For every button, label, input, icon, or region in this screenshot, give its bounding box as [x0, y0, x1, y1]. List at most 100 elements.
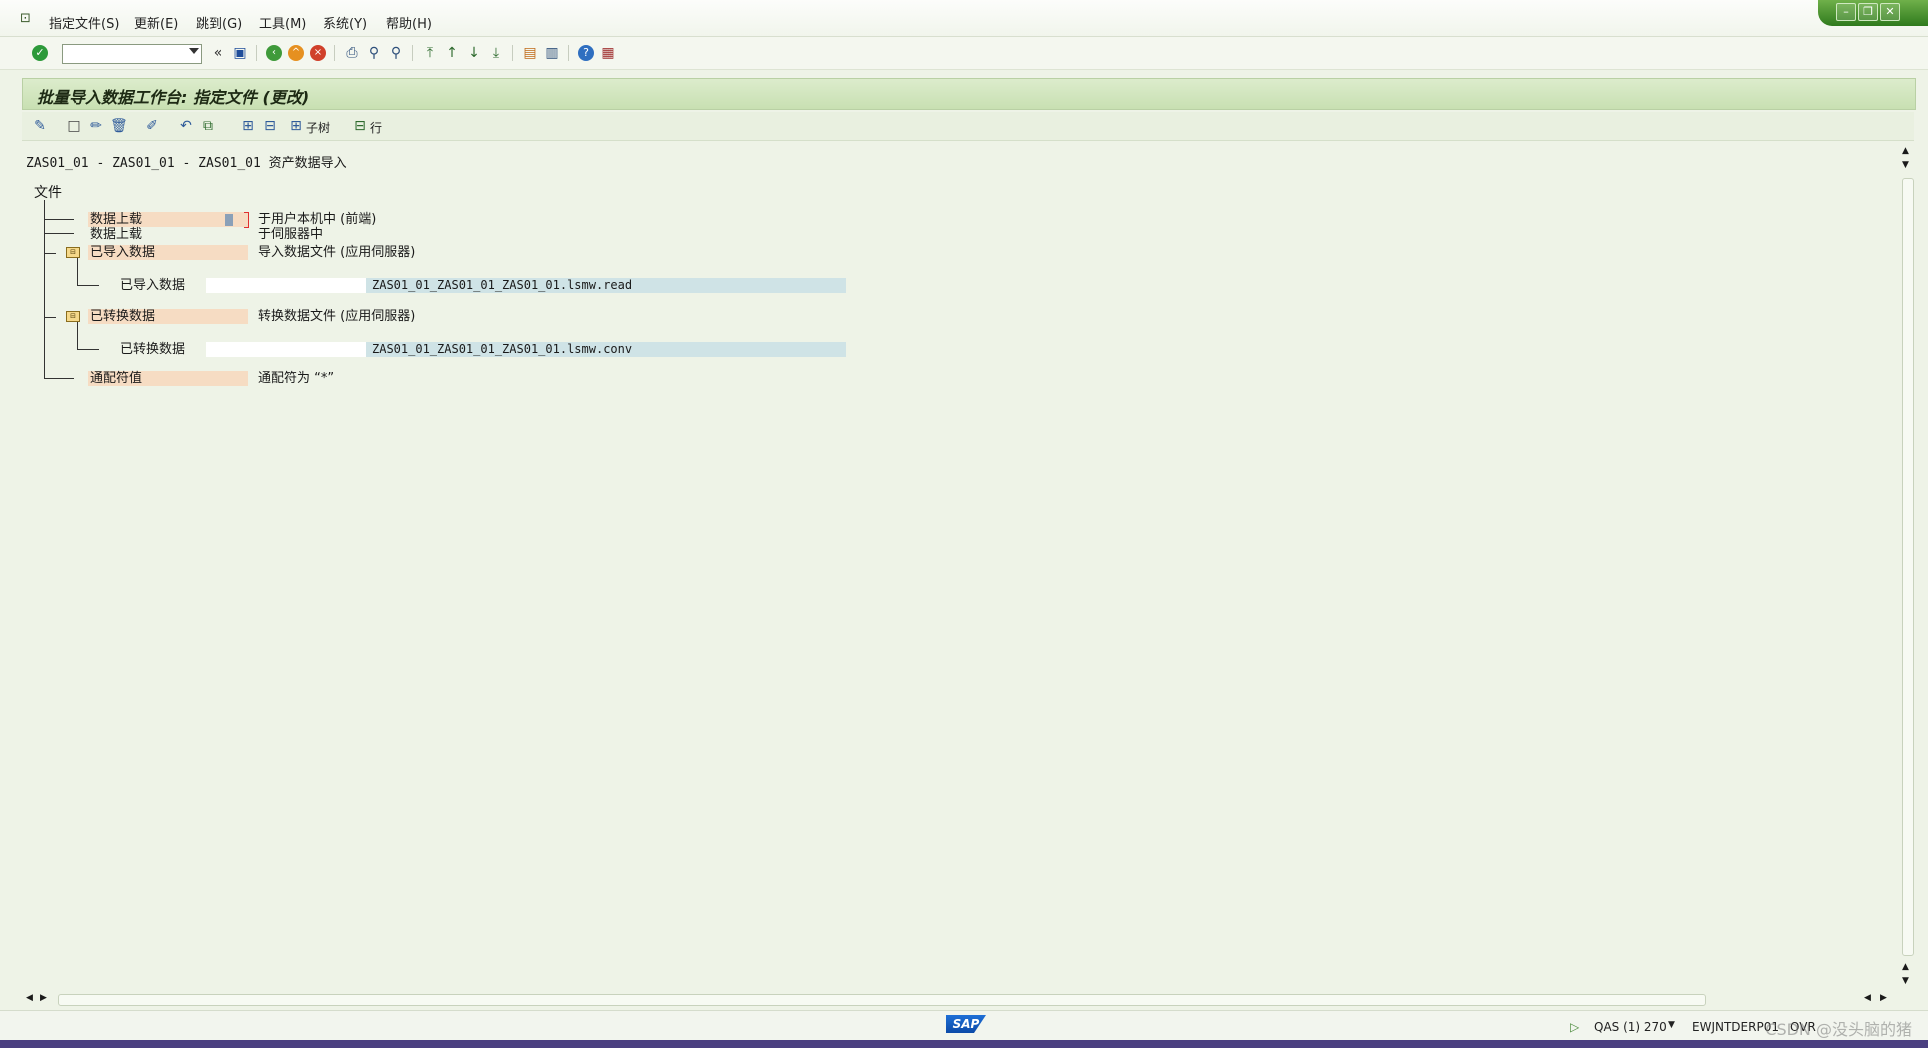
cancel-icon[interactable]: ×	[310, 45, 326, 61]
sap-logo: SAP	[946, 1015, 986, 1033]
scroll-up-icon[interactable]: ▲	[1902, 146, 1909, 156]
vertical-scrollbar[interactable]: ▲ ▼ ▲ ▼	[1900, 142, 1914, 992]
toolbar-separator	[568, 45, 569, 61]
layout-menu-icon[interactable]: ▦	[600, 45, 616, 61]
tree-line	[44, 233, 74, 234]
edit-icon[interactable]: ✏	[88, 118, 104, 134]
find-icon[interactable]: ⚲	[366, 45, 382, 61]
expand-icon[interactable]: ⊞	[240, 118, 256, 134]
standard-toolbar: ✓ « ▣ ‹ ^ × ⎙ ⚲ ⚲ ⤒ ↑ ↓ ⤓ ▤ ▥ ? ▦	[0, 37, 1928, 70]
imported-data-field[interactable]	[206, 278, 366, 293]
application-toolbar: ✎ □ ✏ 🗑 ✐ ↶ ⧉ ⊞ ⊟ ⊞ 子树 ⊟ 行	[22, 112, 1914, 141]
print-icon[interactable]: ⎙	[344, 45, 360, 61]
scroll-page-up-icon[interactable]: ▼	[1902, 160, 1909, 170]
screen-title-bar: 批量导入数据工作台: 指定文件 (更改)	[22, 78, 1916, 110]
taskbar-strip	[0, 1040, 1928, 1048]
exit-icon[interactable]: ^	[288, 45, 304, 61]
tree-node-desc: 通配符为 “*”	[258, 371, 335, 386]
tree-node-upload-frontend[interactable]: 数据上载	[88, 212, 248, 227]
tree-line	[77, 349, 99, 350]
tree-node-imported-data[interactable]: 已导入数据	[88, 245, 248, 260]
scroll-down-icon[interactable]: ▼	[1902, 976, 1909, 986]
status-expand-icon[interactable]: ▷	[1570, 1020, 1579, 1034]
scroll-left-icon[interactable]: ◀	[26, 993, 33, 1003]
page-title: 批量导入数据工作台: 指定文件 (更改)	[37, 88, 310, 107]
folder-icon[interactable]: ⊟	[66, 311, 80, 322]
subtree-icon[interactable]: ⊞	[288, 118, 304, 134]
horizontal-scrollbar[interactable]: ◀ ▶ ◀ ▶	[22, 992, 1900, 1006]
tree-node-desc: 于伺服器中	[258, 227, 324, 242]
toolbar-separator	[334, 45, 335, 61]
navigate-icon[interactable]: ↶	[178, 118, 194, 134]
files-root-label: 文件	[34, 185, 62, 201]
command-field[interactable]	[62, 44, 202, 64]
object-header: ZAS01_01 - ZAS01_01 - ZAS01_01 资产数据导入	[26, 156, 347, 171]
menu-update[interactable]: 更新(E)	[134, 13, 178, 32]
toolbar-separator	[412, 45, 413, 61]
toolbar-separator	[512, 45, 513, 61]
status-bar: SAP ▷ QAS (1) 270 ▼ EWJNTDERP01 OVR	[0, 1010, 1928, 1041]
delete-icon[interactable]: 🗑	[110, 118, 128, 134]
new-session-icon[interactable]: ▤	[522, 45, 538, 61]
collapse-icon[interactable]: ⊟	[262, 118, 278, 134]
shortcut-icon[interactable]: ▥	[544, 45, 560, 61]
content-area: ZAS01_01 - ZAS01_01 - ZAS01_01 资产数据导入 文件…	[22, 142, 1900, 992]
subtree-button[interactable]: 子树	[306, 119, 330, 136]
toolbar-separator	[256, 45, 257, 61]
scroll-right-icon[interactable]: ▶	[40, 993, 47, 1003]
vertical-scroll-track[interactable]	[1902, 178, 1914, 956]
tree-node-converted-data-file-label[interactable]: 已转换数据	[120, 342, 185, 357]
tree-node-imported-data-file-label[interactable]: 已导入数据	[120, 278, 185, 293]
row-button[interactable]: 行	[370, 119, 382, 136]
tree-line	[44, 219, 74, 220]
folder-icon[interactable]: ⊟	[66, 247, 80, 258]
next-page-icon[interactable]: ↓	[466, 45, 482, 61]
double-chevron-left-icon[interactable]: «	[210, 45, 226, 61]
scroll-left-end-icon[interactable]: ◀	[1864, 993, 1871, 1003]
chevron-down-icon[interactable]	[189, 48, 199, 54]
tree-node-upload-server[interactable]: 数据上载	[88, 227, 248, 242]
menu-help[interactable]: 帮助(H)	[386, 13, 432, 32]
imported-data-file-path[interactable]: ZAS01_01_ZAS01_01_ZAS01_01.lsmw.read	[366, 278, 846, 293]
minimize-icon[interactable]: –	[1836, 3, 1856, 21]
close-icon[interactable]: ✕	[1880, 3, 1900, 21]
converted-data-file-path[interactable]: ZAS01_01_ZAS01_01_ZAS01_01.lsmw.conv	[366, 342, 846, 357]
cursor-marker	[225, 214, 233, 226]
display-change-icon[interactable]: ✎	[32, 118, 48, 134]
scroll-right-end-icon[interactable]: ▶	[1880, 993, 1887, 1003]
tree-node-wildcard[interactable]: 通配符值	[88, 371, 248, 386]
selection-bracket	[244, 212, 249, 228]
tree-node-desc: 于用户本机中 (前端)	[258, 212, 377, 227]
system-info: QAS (1) 270	[1594, 1020, 1667, 1034]
back-icon[interactable]: ‹	[266, 45, 282, 61]
menu-bar: ⊡ 指定文件(S) 更新(E) 跳到(G) 工具(M) 系统(Y) 帮助(H) …	[0, 0, 1928, 37]
menu-specify-file[interactable]: 指定文件(S)	[49, 13, 119, 32]
scroll-page-down-icon[interactable]: ▲	[1902, 962, 1909, 972]
previous-page-icon[interactable]: ↑	[444, 45, 460, 61]
tree-line	[44, 200, 45, 378]
tree-line	[44, 317, 56, 318]
find-next-icon[interactable]: ⚲	[388, 45, 404, 61]
check-icon[interactable]: ✓	[32, 45, 48, 61]
menu-goto[interactable]: 跳到(G)	[196, 13, 242, 32]
tree-node-desc: 转换数据文件 (应用伺服器)	[258, 309, 416, 324]
tree-line	[77, 322, 78, 350]
converted-data-field[interactable]	[206, 342, 366, 357]
restore-icon[interactable]: ❐	[1858, 3, 1878, 21]
tree-node-converted-data[interactable]: 已转换数据	[88, 309, 248, 324]
tree-line	[77, 285, 99, 286]
horizontal-scroll-track[interactable]	[58, 994, 1706, 1006]
create-icon[interactable]: □	[66, 118, 82, 134]
copy-icon[interactable]: ⧉	[200, 118, 216, 134]
change-icon[interactable]: ✐	[144, 118, 160, 134]
system-menu-icon[interactable]: ⊡	[20, 11, 31, 26]
menu-tools[interactable]: 工具(M)	[259, 13, 306, 32]
system-info-dropdown-icon[interactable]: ▼	[1668, 1020, 1675, 1030]
help-icon[interactable]: ?	[578, 45, 594, 61]
menu-system[interactable]: 系统(Y)	[323, 13, 367, 32]
row-icon[interactable]: ⊟	[352, 118, 368, 134]
first-page-icon[interactable]: ⤒	[422, 45, 438, 61]
save-icon[interactable]: ▣	[232, 45, 248, 61]
last-page-icon[interactable]: ⤓	[488, 45, 504, 61]
window-controls: – ❐ ✕	[1818, 0, 1928, 26]
